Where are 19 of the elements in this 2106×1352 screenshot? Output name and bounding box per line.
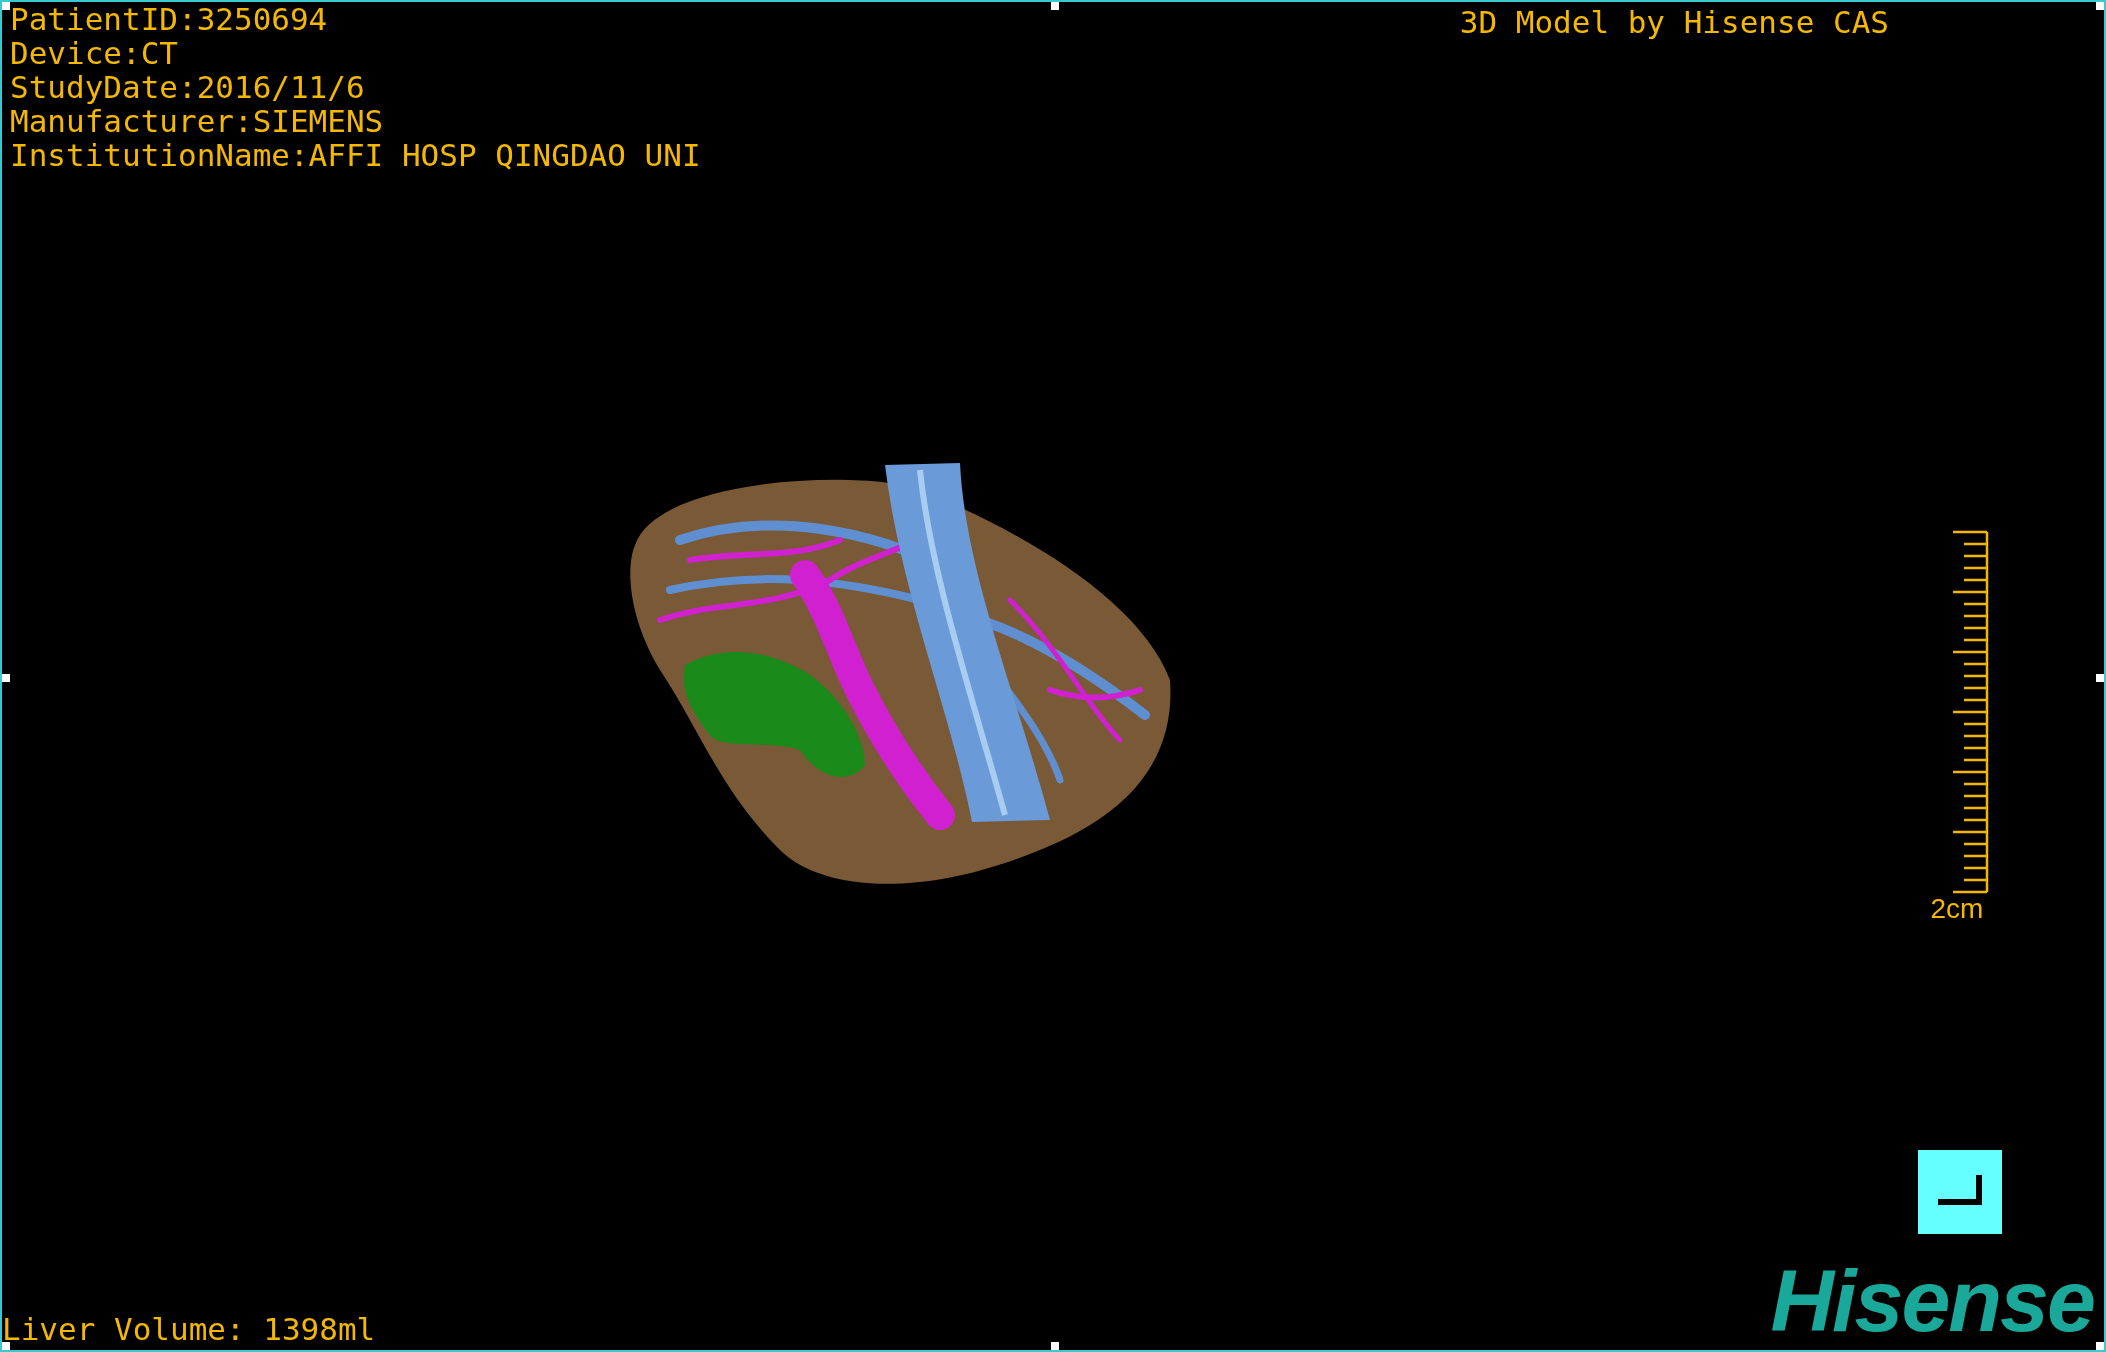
resize-handle[interactable] <box>2096 674 2104 682</box>
resize-handle[interactable] <box>2 2 10 10</box>
liver-volume: Liver Volume: 1398ml <box>2 1312 376 1346</box>
scale-label: 2cm <box>1930 894 1984 924</box>
info-line: Device:CT <box>10 36 178 70</box>
resize-handle[interactable] <box>1051 1342 1059 1350</box>
info-line: InstitutionName:AFFI HOSP QINGDAO UNI <box>10 138 701 172</box>
resize-handle[interactable] <box>2096 1342 2104 1350</box>
view-corner-button[interactable] <box>1918 1150 2002 1234</box>
logo: Hisense <box>1770 1261 2094 1341</box>
info-line: Manufacturer:SIEMENS <box>10 104 384 138</box>
model-title: 3D Model by Hisense CAS <box>1459 5 1889 39</box>
scale-ruler-icon <box>1953 530 1990 894</box>
info-line: StudyDate:2016/11/6 <box>10 70 365 104</box>
resize-handle[interactable] <box>2 674 10 682</box>
info-line: PatientID:3250694 <box>10 2 328 36</box>
resize-handle[interactable] <box>2096 2 2104 10</box>
resize-handle[interactable] <box>2 1342 10 1350</box>
resize-handle[interactable] <box>1051 2 1059 10</box>
